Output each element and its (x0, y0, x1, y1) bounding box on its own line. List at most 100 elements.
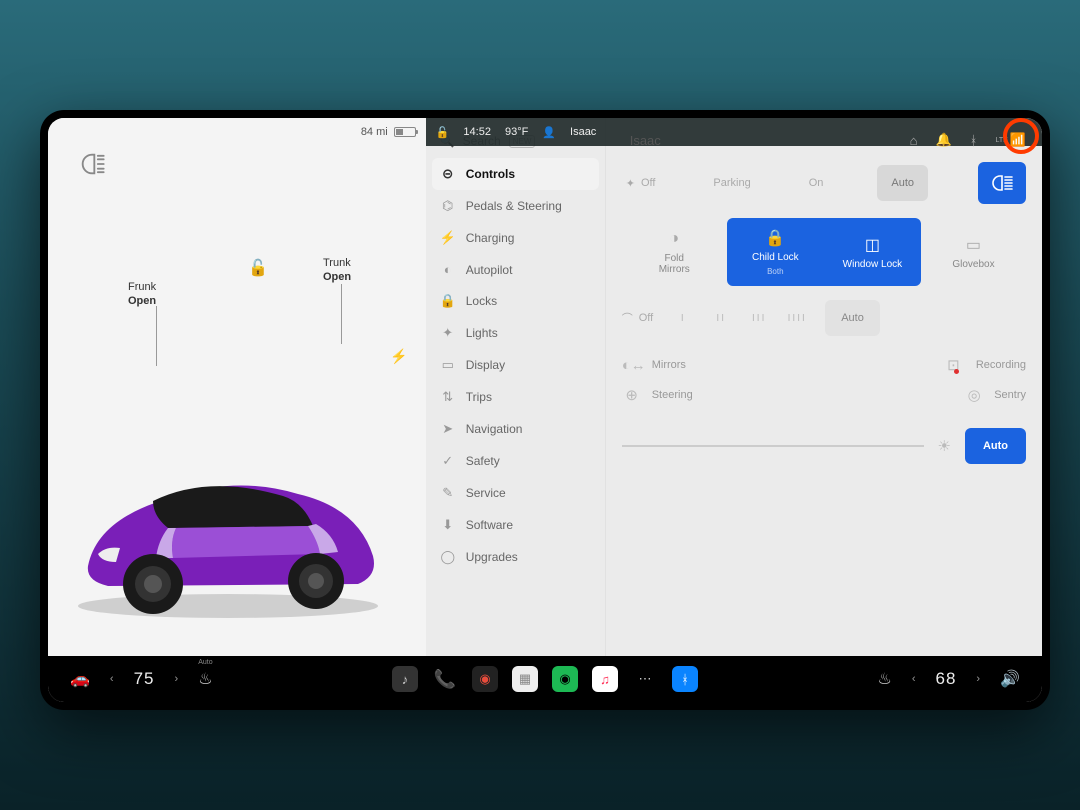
service-icon: ✎ (440, 485, 456, 501)
touchscreen: 84 mi 🔓 14:52 93°F 👤 Isaac 🔓 Frunk Open … (48, 118, 1042, 702)
calendar-app-button[interactable]: ▦ (512, 666, 538, 692)
passenger-seat-heat-button[interactable]: ♨ (877, 669, 891, 689)
wiper-level-4[interactable]: IIII (781, 303, 813, 334)
status-bar: 84 mi 🔓 14:52 93°F 👤 Isaac (48, 118, 1042, 146)
controls-content: Isaac ⌂ 🔔 ᚼ LTE 📶 ✦Off (606, 118, 1042, 656)
apple-music-app-button[interactable]: ♫ (592, 666, 618, 692)
high-beam-button[interactable] (978, 162, 1026, 204)
dashcam-recording-button[interactable]: ⊡ Recording (946, 356, 1026, 374)
temp-right-up[interactable]: › (976, 673, 980, 685)
menu-item-label: Pedals & Steering (466, 199, 562, 213)
car-controls-dock-button[interactable]: 🚗 (70, 669, 90, 689)
safety-icon: ✓ (440, 453, 456, 469)
menu-item-trips[interactable]: ⇅Trips (426, 381, 605, 413)
wiper-level-1[interactable]: I (667, 303, 699, 334)
child-lock-button[interactable]: 🔒 Child Lock Both (727, 218, 824, 286)
locks-row: ◑ Fold Mirrors 🔒 Child Lock Both ◫ (622, 218, 1026, 286)
lights-parking-option[interactable]: Parking (709, 171, 754, 195)
steering-sentry-row: ⊕ Steering ◎ Sentry (622, 380, 1026, 410)
all-apps-button[interactable]: ⋯ (632, 666, 658, 692)
phone-app-button[interactable]: 📞 (432, 666, 458, 692)
car-render[interactable] (58, 446, 398, 626)
camera-app-button[interactable]: ◉ (472, 666, 498, 692)
passenger-temp[interactable]: 68 (935, 669, 956, 689)
display-icon: ▭ (440, 357, 456, 373)
lights-on-option[interactable]: On (805, 171, 828, 195)
profile-name-status[interactable]: Isaac (570, 126, 596, 138)
clock: 14:52 (463, 126, 491, 138)
menu-item-display[interactable]: ▭Display (426, 349, 605, 381)
trunk-state: Open (323, 270, 351, 284)
lights-icon: ✦ (440, 325, 456, 341)
sentry-icon: ◎ (964, 386, 984, 404)
navigation-icon: ➤ (440, 421, 456, 437)
fold-mirrors-button[interactable]: ◑ Fold Mirrors (622, 218, 727, 286)
driver-temp[interactable]: 75 (134, 669, 155, 689)
brightness-slider[interactable] (622, 445, 924, 447)
brightness-auto-button[interactable]: Auto (965, 428, 1026, 464)
steering-adjust-button[interactable]: ⊕ Steering (622, 386, 693, 404)
bottom-dock: 🚗 ‹ 75 › Auto♨ ♪ 📞 ◉ ▦ ◉ ♫ ⋯ ᚼ ♨ ‹ 68 › … (48, 656, 1042, 702)
menu-item-safety[interactable]: ✓ Safety (426, 445, 605, 477)
menu-item-autopilot[interactable]: ◐ Autopilot (426, 254, 605, 285)
temp-right-down[interactable]: ‹ (912, 673, 916, 685)
temp-left-up[interactable]: › (175, 673, 179, 685)
trunk-leader-line (341, 284, 342, 344)
wipers-off-option[interactable]: ⌒Off (622, 310, 661, 326)
menu-item-label: Navigation (466, 422, 523, 436)
bluetooth-app-button[interactable]: ᚼ (672, 666, 698, 692)
autopilot-icon: ◐ (440, 262, 456, 277)
profile-icon[interactable]: 👤 (542, 126, 556, 139)
headlight-indicator-icon (78, 150, 106, 178)
mirror-fold-icon: ◑ (669, 229, 679, 249)
temp-left-down[interactable]: ‹ (110, 673, 114, 685)
frunk-label-text: Frunk (128, 281, 156, 293)
window-lock-button[interactable]: ◫ Window Lock (824, 218, 921, 286)
driver-seat-heat-button[interactable]: Auto♨ (198, 669, 212, 689)
menu-item-label: Safety (466, 454, 500, 468)
menu-item-service[interactable]: ✎ Service (426, 477, 605, 509)
menu-item-software[interactable]: ⬇Software (426, 509, 605, 541)
menu-item-label: Locks (466, 294, 497, 308)
trunk-label-text: Trunk (323, 257, 351, 269)
settings-menu: 🔍 Search NEW ⊝Controls⌬Pedals & Steering… (426, 118, 606, 656)
lights-auto-button[interactable]: Auto (877, 165, 928, 201)
menu-item-controls[interactable]: ⊝Controls (432, 158, 599, 190)
spotify-app-button[interactable]: ◉ (552, 666, 578, 692)
car-lock-icon[interactable]: 🔓 (248, 258, 268, 278)
menu-item-label: Upgrades (466, 550, 518, 564)
menu-item-pedals-steering[interactable]: ⌬Pedals & Steering (426, 190, 605, 222)
menu-item-navigation[interactable]: ➤ Navigation (426, 413, 605, 445)
mirrors-recording-row: ◐↔ Mirrors ⊡ Recording (622, 350, 1026, 380)
window-lock-icon: ◫ (865, 235, 880, 255)
menu-item-charging[interactable]: ⚡Charging (426, 222, 605, 254)
wiper-level-2[interactable]: II (705, 303, 737, 334)
frunk-button[interactable]: Frunk Open (128, 280, 156, 309)
trunk-button[interactable]: Trunk Open (323, 256, 351, 285)
menu-item-label: Service (466, 486, 506, 500)
wipers-row: ⌒Off I II III IIII Auto (622, 300, 1026, 336)
controls-icon: ⊝ (440, 166, 456, 182)
sentry-mode-button[interactable]: ◎ Sentry (964, 386, 1026, 404)
menu-item-locks[interactable]: 🔒 Locks (426, 285, 605, 317)
frunk-state: Open (128, 294, 156, 308)
wiper-auto-button[interactable]: Auto (825, 300, 880, 336)
lights-off-option[interactable]: ✦Off (622, 171, 660, 196)
menu-item-upgrades[interactable]: ◯Upgrades (426, 541, 605, 573)
high-beam-icon (990, 174, 1014, 192)
mirrors-adjust-button[interactable]: ◐↔ Mirrors (622, 357, 686, 374)
lock-status-icon[interactable]: 🔓 (436, 126, 450, 139)
locks-icon: 🔒 (440, 293, 456, 309)
menu-item-lights[interactable]: ✦ Lights (426, 317, 605, 349)
wiper-level-3[interactable]: III (743, 303, 775, 334)
glovebox-button[interactable]: ▭ Glovebox (921, 218, 1026, 286)
menu-item-label: Charging (466, 231, 515, 245)
lights-icon: ✦ (626, 177, 635, 190)
music-app-button[interactable]: ♪ (392, 666, 418, 692)
menu-item-label: Software (466, 518, 513, 532)
charge-port-icon[interactable]: ⚡ (390, 348, 407, 365)
menu-item-label: Autopilot (466, 263, 513, 277)
volume-button[interactable]: 🔊 (1000, 669, 1020, 689)
outside-temp: 93°F (505, 126, 528, 138)
menu-item-label: Lights (466, 326, 498, 340)
